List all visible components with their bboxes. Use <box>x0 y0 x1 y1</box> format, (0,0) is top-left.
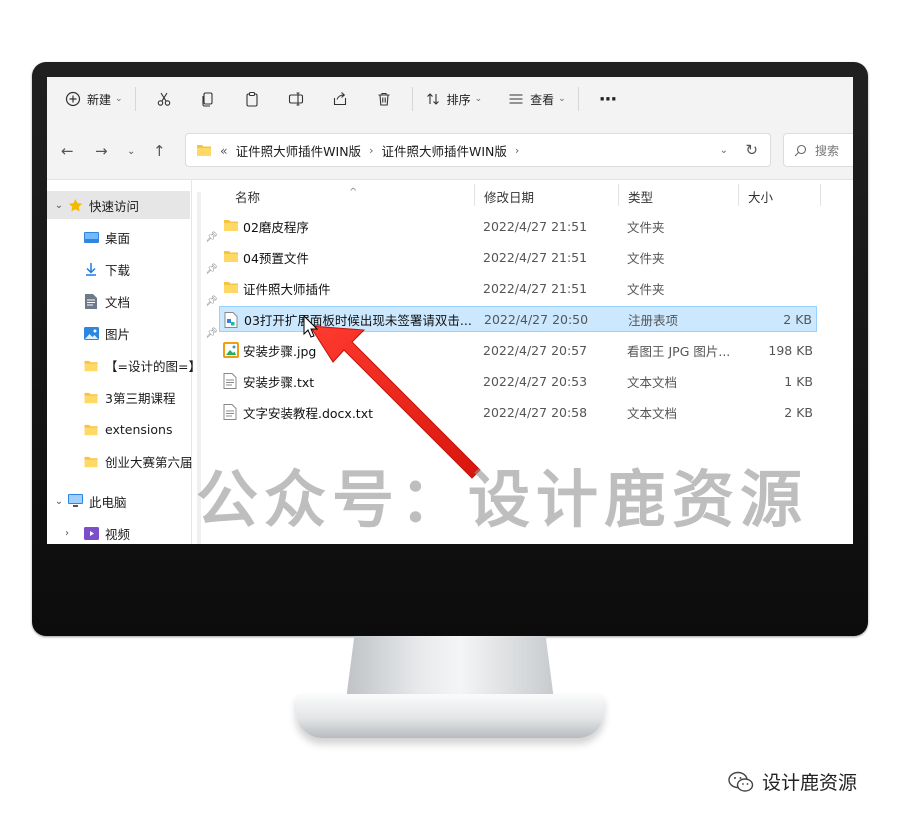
account-credit: 设计鹿资源 <box>728 768 857 795</box>
wechat-icon <box>728 771 754 792</box>
credit-label: 设计鹿资源 <box>762 772 858 794</box>
watermark-text: 公众号：设计鹿资源 <box>196 463 809 536</box>
red-annotation-arrow <box>303 314 481 479</box>
